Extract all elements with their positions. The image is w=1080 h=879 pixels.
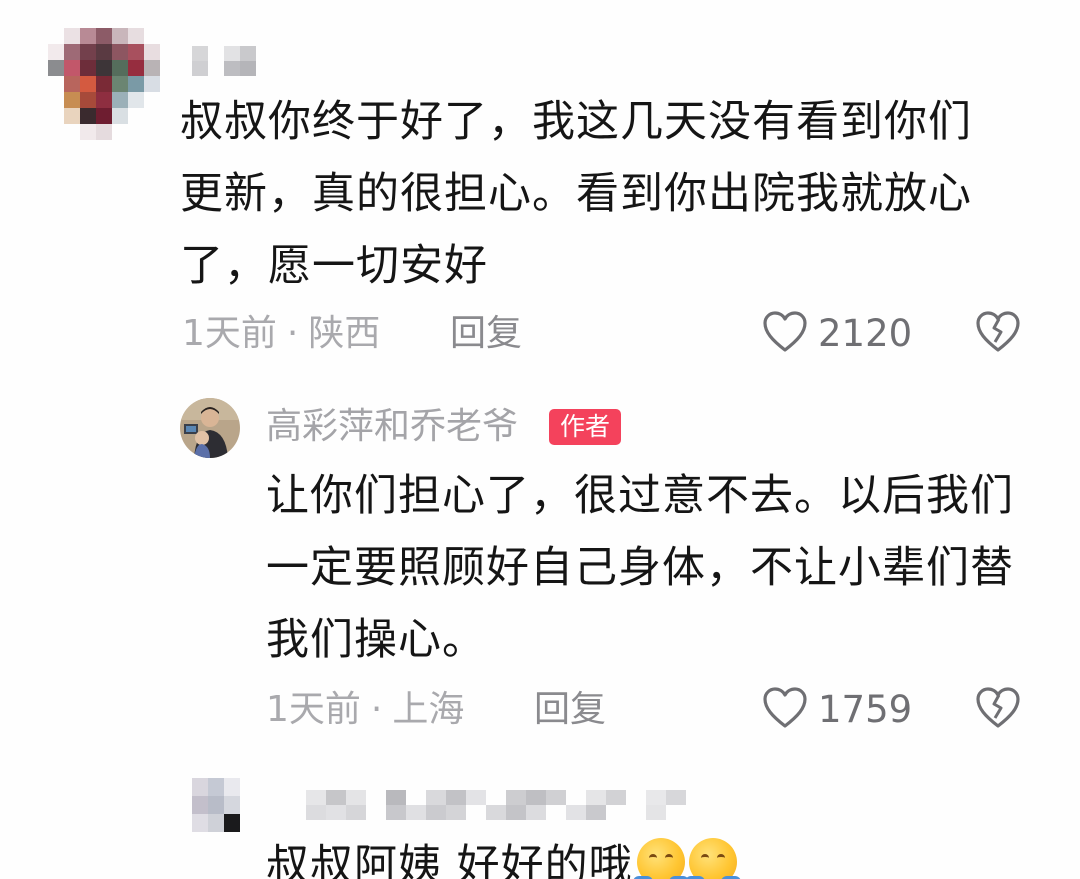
like-button[interactable]: 1759 <box>762 686 912 734</box>
censored-username[interactable] <box>286 790 686 820</box>
hugging-face-emoji <box>684 838 741 879</box>
comment-text: 让你们担心了，很过意不去。以后我们 一定要照顾好自己身体，不让小辈们替 我们操心… <box>266 460 1056 676</box>
comment-line: 更新，真的很担心。看到你出院我就放心 <box>180 169 972 219</box>
meta-separator: · <box>286 313 299 354</box>
heart-outline-icon <box>762 686 808 734</box>
like-count: 1759 <box>818 688 913 731</box>
comment-line: 叔叔你终于好了，我这几天没有看到你们 <box>180 97 972 147</box>
pixelated-avatar[interactable] <box>192 778 240 832</box>
comment-text: 叔叔阿姨 好好的哦 <box>266 830 1056 879</box>
comment-list: 叔叔你终于好了，我这几天没有看到你们 更新，真的很担心。看到你出院我就放心 了，… <box>0 0 1080 879</box>
comment-meta: 1天前 · 陕西 <box>182 312 380 356</box>
dislike-button[interactable] <box>974 686 1022 734</box>
comment-line: 我们操心。 <box>266 615 486 665</box>
author-badge: 作者 <box>549 409 622 445</box>
reply-button[interactable]: 回复 <box>534 688 606 732</box>
author-photo-avatar[interactable] <box>180 398 240 458</box>
comment-location: 上海 <box>392 689 465 730</box>
author-username[interactable]: 高彩萍和乔老爷 <box>266 405 518 449</box>
broken-heart-icon <box>974 311 1022 358</box>
comment-meta: 1天前 · 上海 <box>266 688 464 732</box>
meta-separator: · <box>370 689 383 730</box>
comment-time: 1天前 <box>182 313 277 354</box>
reply-button[interactable]: 回复 <box>450 312 522 356</box>
comment-line: 一定要照顾好自己身体，不让小辈们替 <box>266 543 1014 593</box>
comment-text: 叔叔你终于好了，我这几天没有看到你们 更新，真的很担心。看到你出院我就放心 了，… <box>180 86 1050 302</box>
comment-location: 陕西 <box>308 313 381 354</box>
censored-username[interactable] <box>192 46 256 76</box>
comment-line: 叔叔阿姨 好好的哦 <box>266 841 633 879</box>
broken-heart-icon <box>974 687 1022 734</box>
comment-line: 让你们担心了，很过意不去。以后我们 <box>266 471 1014 521</box>
like-button[interactable]: 2120 <box>762 310 912 358</box>
like-count: 2120 <box>818 312 913 355</box>
pixelated-avatar[interactable] <box>48 28 160 140</box>
heart-outline-icon <box>762 310 808 358</box>
hugging-face-emoji <box>632 838 689 879</box>
comment-time: 1天前 <box>266 689 361 730</box>
dislike-button[interactable] <box>974 310 1022 358</box>
comment-line: 了，愿一切安好 <box>180 241 488 291</box>
